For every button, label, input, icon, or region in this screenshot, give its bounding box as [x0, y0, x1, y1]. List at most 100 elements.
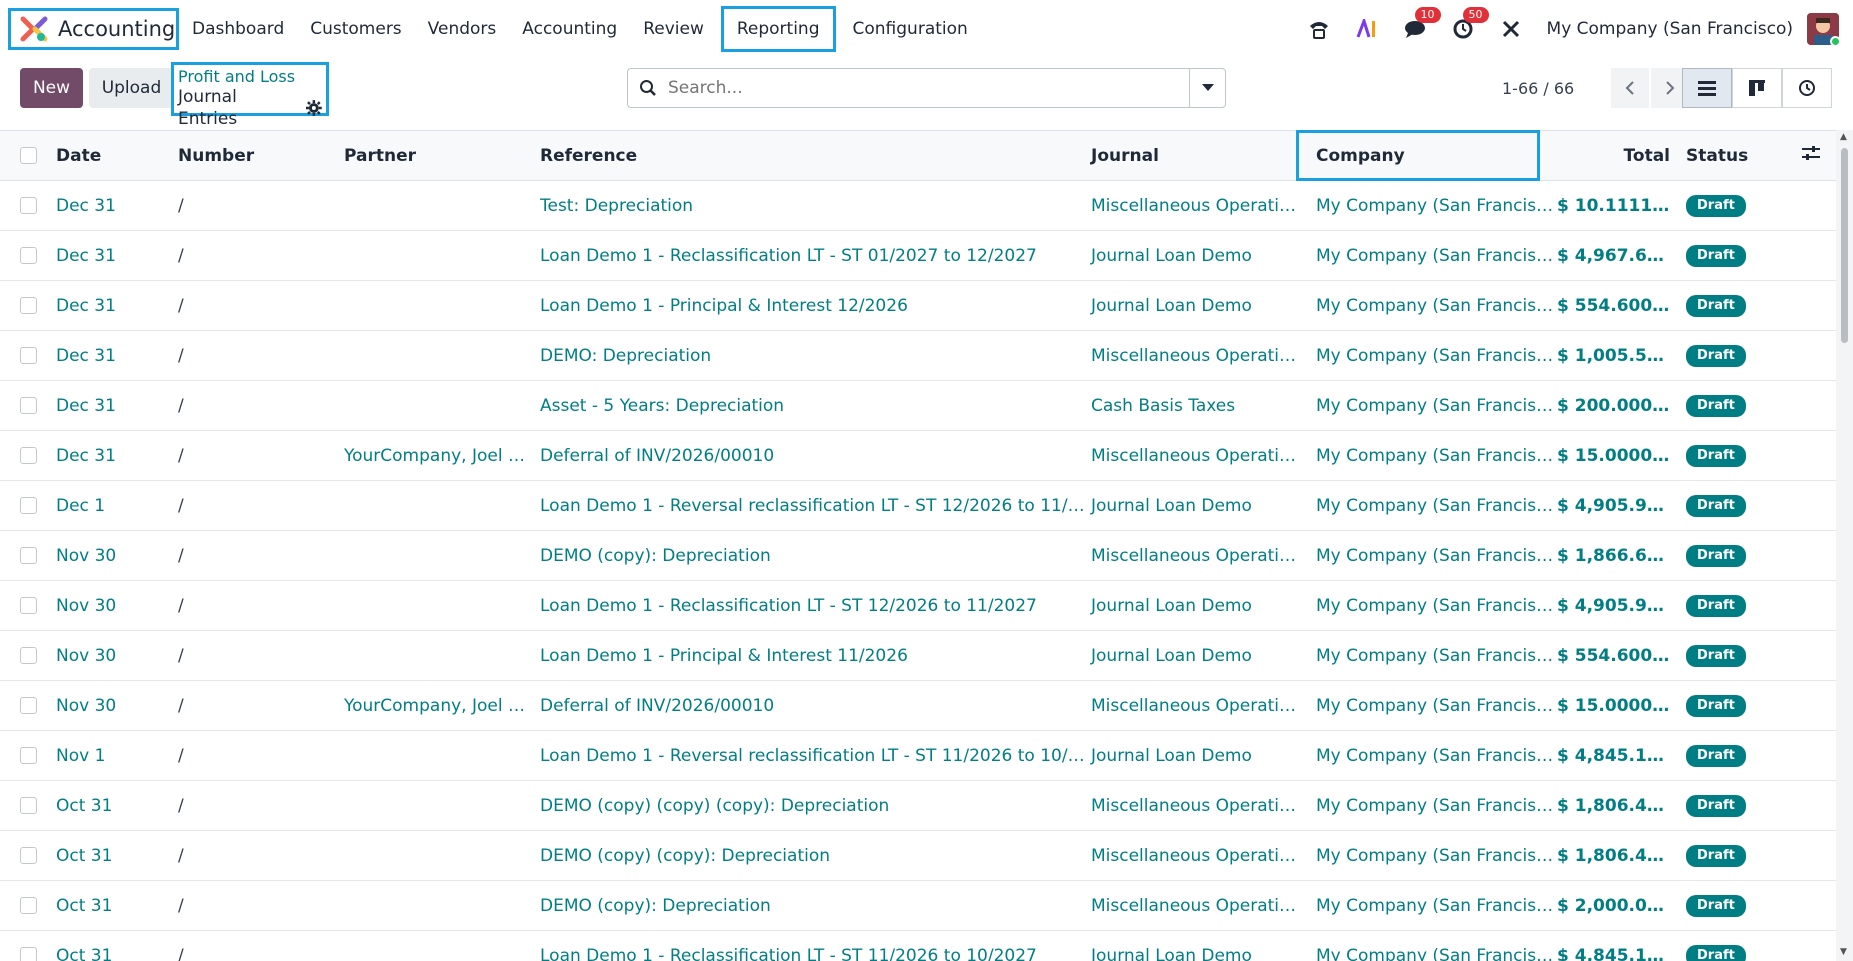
row-checkbox-cell[interactable] [0, 480, 56, 531]
column-total[interactable]: Total [1557, 130, 1680, 181]
row-checkbox-cell[interactable] [0, 230, 56, 281]
chat-icon[interactable]: 10 [1403, 7, 1441, 41]
row-checkbox[interactable] [20, 597, 37, 614]
ai-icon[interactable] [1355, 17, 1379, 41]
row-checkbox[interactable] [20, 797, 37, 814]
menu-configuration[interactable]: Configuration [840, 9, 981, 49]
table-row[interactable]: Nov 30/ DEMO (copy): Depreciation Miscella… [0, 530, 1836, 581]
row-checkbox-cell[interactable] [0, 830, 56, 881]
table-row[interactable]: Dec 31/YourCompany, Joel Wi... Deferral o… [0, 430, 1836, 481]
menu-customers[interactable]: Customers [297, 9, 414, 49]
table-row[interactable]: Nov 30/YourCompany, Joel Wi... Deferral o… [0, 680, 1836, 731]
row-checkbox[interactable] [20, 497, 37, 514]
row-checkbox-cell[interactable] [0, 730, 56, 781]
menu-dashboard[interactable]: Dashboard [179, 9, 297, 49]
menu-vendors[interactable]: Vendors [415, 9, 510, 49]
caret-down-icon[interactable] [1189, 69, 1225, 107]
row-checkbox[interactable] [20, 447, 37, 464]
row-checkbox-cell[interactable] [0, 380, 56, 431]
app-brand[interactable]: Accounting [8, 8, 179, 50]
row-checkbox[interactable] [20, 897, 37, 914]
row-checkbox-cell[interactable] [0, 330, 56, 381]
column-company[interactable]: Company [1302, 130, 1557, 181]
cell-status: Draft [1680, 480, 1802, 531]
avatar[interactable] [1807, 13, 1839, 45]
list-view-icon[interactable] [1682, 68, 1732, 108]
row-checkbox[interactable] [20, 397, 37, 414]
cell-date: Oct 31 [56, 930, 178, 961]
row-checkbox-cell[interactable] [0, 630, 56, 681]
table-row[interactable]: Nov 30/ Loan Demo 1 - Reclassification LT… [0, 580, 1836, 631]
row-checkbox[interactable] [20, 697, 37, 714]
row-checkbox-cell[interactable] [0, 930, 56, 961]
table-row[interactable]: Oct 31/DEMO (copy) (copy): Depreciation M… [0, 830, 1836, 881]
sliders-icon[interactable] [1802, 130, 1836, 181]
cell-journal: Miscellaneous Operations [1087, 830, 1302, 881]
gear-icon[interactable] [306, 100, 322, 116]
menu-review[interactable]: Review [630, 9, 717, 49]
table-row[interactable]: Dec 31/ DEMO: Depreciation Miscellaneous O… [0, 330, 1836, 381]
search-input[interactable] [668, 78, 1189, 98]
tools-icon[interactable] [1499, 17, 1523, 41]
row-checkbox[interactable] [20, 947, 37, 961]
upload-button[interactable]: Upload [89, 68, 174, 108]
row-checkbox-cell[interactable] [0, 580, 56, 631]
pager-value[interactable]: 1-66 / 66 [1502, 79, 1574, 98]
row-checkbox[interactable] [20, 847, 37, 864]
column-date[interactable]: Date [56, 130, 178, 181]
clock-icon[interactable]: 50 [1451, 7, 1489, 41]
table-row[interactable]: Dec 31/ Asset - 5 Years: Depreciation Cash… [0, 380, 1836, 431]
scroll-up-icon[interactable]: ▲ [1840, 132, 1847, 142]
vertical-scrollbar[interactable]: ▲ ▼ [1836, 130, 1853, 961]
cell-status: Draft [1680, 230, 1802, 281]
table-row[interactable]: Dec 31/ Test: Depreciation Miscellaneous O… [0, 180, 1836, 231]
column-status[interactable]: Status [1680, 130, 1802, 181]
table-row[interactable]: Oct 31/ DEMO (copy): Depreciation Miscella… [0, 880, 1836, 931]
breadcrumb-parent-link[interactable]: Profit and Loss [178, 68, 322, 86]
table-row[interactable]: Dec 31/ Loan Demo 1 - Reclassification LT… [0, 230, 1836, 281]
chevron-left-icon[interactable] [1611, 68, 1649, 108]
row-checkbox-cell[interactable] [0, 280, 56, 331]
scroll-thumb[interactable] [1841, 148, 1848, 343]
cell-total: $ 2,000.000000 [1557, 880, 1680, 931]
row-checkbox[interactable] [20, 297, 37, 314]
row-checkbox-cell[interactable] [0, 680, 56, 731]
row-checkbox[interactable] [20, 647, 37, 664]
status-badge: Draft [1686, 545, 1746, 567]
table-row[interactable]: Nov 30/ Loan Demo 1 - Principal & Interes… [0, 630, 1836, 681]
row-checkbox[interactable] [20, 197, 37, 214]
table-row[interactable]: Dec 31/ Loan Demo 1 - Principal & Interes… [0, 280, 1836, 331]
cell-reference: DEMO (copy) (copy) (copy): Depreciation [540, 780, 1087, 831]
cell-status: Draft [1680, 630, 1802, 681]
systray: 10 50 My Company (San Francisco) [1295, 0, 1853, 58]
kanban-view-icon[interactable] [1732, 68, 1782, 108]
phone-icon[interactable] [1307, 17, 1331, 41]
column-journal[interactable]: Journal [1087, 130, 1302, 181]
menu-accounting[interactable]: Accounting [509, 9, 630, 49]
row-checkbox[interactable] [20, 247, 37, 264]
company-switcher[interactable]: My Company (San Francisco) [1547, 19, 1793, 39]
table-row[interactable]: Oct 31/ DEMO (copy) (copy) (copy): Deprec… [0, 780, 1836, 831]
select-all-checkbox[interactable] [20, 147, 37, 164]
row-checkbox[interactable] [20, 347, 37, 364]
row-checkbox-cell[interactable] [0, 780, 56, 831]
menu-reporting[interactable]: Reporting [720, 6, 836, 52]
row-checkbox[interactable] [20, 547, 37, 564]
row-checkbox-cell[interactable] [0, 530, 56, 581]
column-reference[interactable]: Reference [540, 130, 1087, 181]
table-row[interactable]: Oct 31/ Loan Demo 1 - Reclassification LT… [0, 930, 1836, 961]
row-checkbox-cell[interactable] [0, 180, 56, 231]
table-row[interactable]: Nov 1/ Loan Demo 1 - Reversal reclassific… [0, 730, 1836, 781]
cell-company: My Company (San Francisco) [1302, 880, 1557, 931]
select-all-checkbox-cell[interactable] [0, 130, 56, 181]
new-button[interactable]: New [20, 68, 83, 108]
table-row[interactable]: Dec 1/ Loan Demo 1 - Reversal reclassific… [0, 480, 1836, 531]
row-checkbox[interactable] [20, 747, 37, 764]
cell-partner: YourCompany, Joel Wi... [344, 680, 540, 731]
column-number[interactable]: Number [178, 130, 344, 181]
row-checkbox-cell[interactable] [0, 430, 56, 481]
row-checkbox-cell[interactable] [0, 880, 56, 931]
scroll-down-icon[interactable]: ▼ [1840, 947, 1847, 957]
column-partner[interactable]: Partner [344, 130, 540, 181]
activity-view-icon[interactable] [1782, 68, 1832, 108]
